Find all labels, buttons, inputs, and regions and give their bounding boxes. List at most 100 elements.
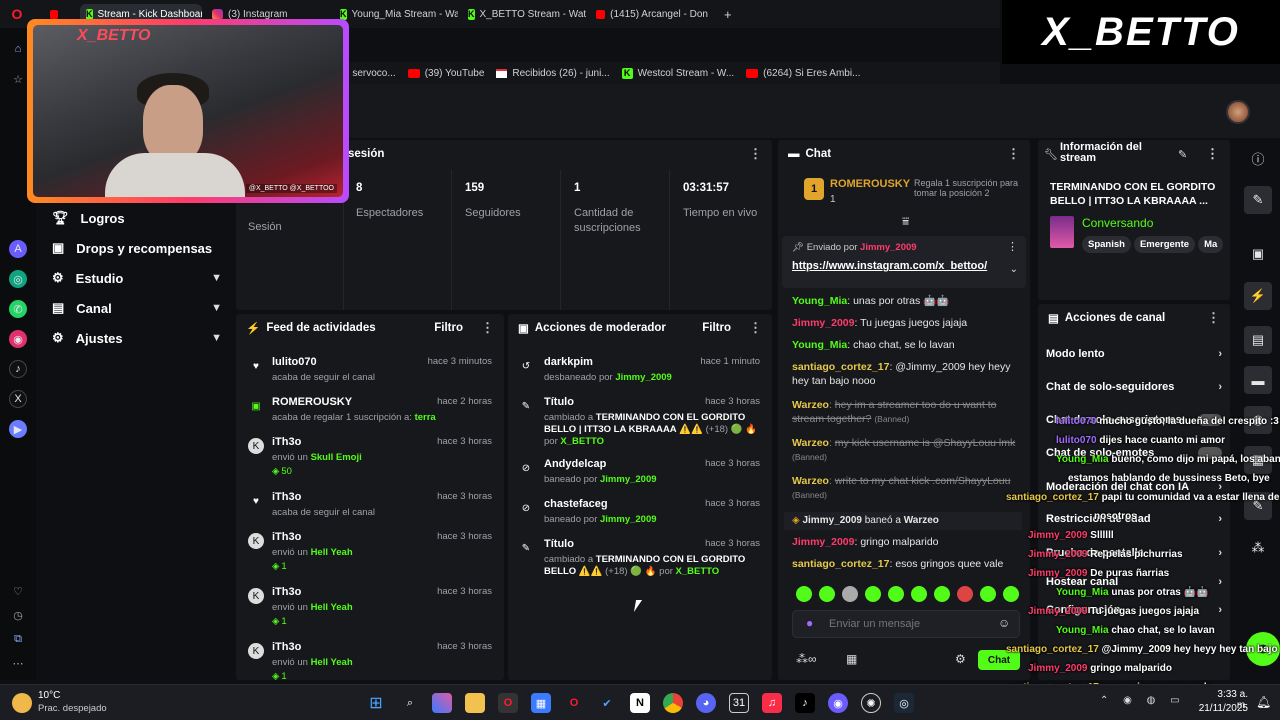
whatsapp-icon[interactable]: ✆ [9,300,27,318]
nav-item-ajustes[interactable]: ⚙ Ajustes ▼ [52,330,222,346]
bolt-icon[interactable]: ⚡ [1244,282,1272,310]
emote-icon[interactable] [911,586,927,602]
chat-user[interactable]: santiago_cortez_17 [792,361,889,373]
chevron-down-icon[interactable]: ⌄ [1010,264,1018,275]
filter-button[interactable]: Filtro [434,322,463,334]
aria-icon[interactable]: A [9,240,27,258]
action-screen-test[interactable]: Prueba de pantalla › [1046,547,1222,559]
kebab-menu-icon[interactable]: ⋮ [1206,146,1219,162]
tiktok-icon[interactable]: ♪ [795,693,815,713]
feed-user[interactable]: lulito070 [272,356,317,368]
ban-target[interactable]: Warzeo [904,515,939,526]
avatar[interactable] [1226,100,1250,124]
chat-user[interactable]: Warzeo [792,475,829,487]
gear-icon[interactable]: ⚙ [955,652,966,666]
kebab-menu-icon[interactable]: ⋮ [1007,146,1020,162]
chat-user[interactable]: Warzeo [792,399,829,411]
category-name[interactable]: Conversando [1082,216,1153,230]
bookmark-item[interactable]: K Westcol Stream - W... [621,67,734,79]
action-host-channel[interactable]: Hostear canal › [1046,576,1222,588]
todo-icon[interactable]: ✔ [597,693,617,713]
player-icon[interactable]: ▶ [9,420,27,438]
bookmark-item[interactable]: Recibidos (26) - juni... [496,68,610,79]
info-icon[interactable]: ⓘ [1244,144,1272,172]
action-ai-moderation[interactable]: Moderación del chat con IA › [1046,481,1222,493]
action-settings[interactable]: Configuración › [1046,604,1222,616]
opera-logo-icon[interactable]: O [8,5,26,23]
obs-icon[interactable]: ◉ [828,693,848,713]
mod-title[interactable]: darkkpim [544,356,593,368]
microphone-icon[interactable]: ● [806,616,813,630]
windows-start-icon[interactable]: ⊞ [366,693,386,713]
pencil-icon[interactable]: ✎ [1244,492,1272,520]
emoji-icon[interactable]: ☺ [998,616,1010,630]
toggle-switch[interactable] [1198,447,1222,459]
action-emotes-only[interactable]: Chat de solo-emotes [1046,447,1222,459]
nav-item-estudio[interactable]: ⚙ Estudio ▼ [52,270,222,286]
emote-icon[interactable] [819,586,835,602]
kebab-menu-icon[interactable]: ⋮ [1207,310,1220,326]
chat-user[interactable]: santiago_cortez_17 [792,558,889,570]
toggle-switch[interactable] [1198,414,1222,426]
leader-name[interactable]: ROMEROUSKY [830,178,910,190]
send-chat-button[interactable]: Chat [978,650,1020,670]
heart-icon[interactable]: ♡ [9,582,27,600]
steam-icon[interactable]: ◎ [894,693,914,713]
bookmark-item[interactable]: e servoco... [344,68,396,79]
feed-user[interactable]: iTh3o [272,641,301,653]
emote-icon[interactable] [865,586,881,602]
weather-icon[interactable] [12,693,32,713]
chat-input[interactable] [792,610,1020,638]
feed-user[interactable]: iTh3o [272,491,301,503]
emote-icon[interactable] [980,586,996,602]
document-icon[interactable]: ▤ [1244,326,1272,354]
weather-temp[interactable]: 10°C [38,690,60,701]
folder-icon[interactable] [465,693,485,713]
feed-user[interactable]: iTh3o [272,586,301,598]
action-subs-only[interactable]: Chat de solo-suscriptores [1046,414,1222,426]
chatgpt-icon[interactable]: ✺ [861,693,881,713]
nav-item-logros[interactable]: 🏆︎ Logros [52,210,222,226]
history-icon[interactable]: ◷ [9,606,27,624]
ban-actor[interactable]: Jimmy_2009 [802,515,862,526]
filter-button[interactable]: Filtro [702,322,731,334]
layout-icon[interactable]: ▦ [1244,446,1272,474]
action-followers-only[interactable]: Chat de solo-seguidores › [1046,381,1222,393]
emote-icon[interactable] [957,586,973,602]
tab-young-mia[interactable]: K Young_Mia Stream - Watc [334,4,458,24]
chrome-icon[interactable] [663,693,683,713]
mod-title[interactable]: chastefaceg [544,498,608,510]
chat-bubble-icon[interactable]: ▬ [1244,366,1272,394]
camera-icon[interactable]: ▣ [1244,240,1272,268]
tab-arcangel[interactable]: (1415) Arcangel - Don [590,4,714,24]
tag-pill[interactable]: Emergente [1133,236,1196,253]
system-tray-icons[interactable]: ⌃ ◉ ◍ ▭ [1100,695,1186,706]
emote-icon[interactable] [1003,586,1019,602]
x-icon[interactable]: X [9,390,27,408]
tag-pill[interactable]: Ma [1198,236,1224,253]
music-icon[interactable]: ♫ [762,693,782,713]
filter-icon[interactable]: ⩸ [902,214,909,229]
chat-user[interactable]: Jimmy_2009 [792,536,854,548]
whatsapp-float-icon[interactable]: ✆ [1246,632,1280,666]
speed-dial-icon[interactable]: ☆ [9,70,27,88]
category-thumbnail[interactable] [1050,216,1074,248]
nav-item-canal[interactable]: ▤ Canal ▼ [52,300,222,316]
edit-icon[interactable]: ✎ [1244,186,1272,214]
emote-icon[interactable] [888,586,904,602]
opera-gx-icon[interactable]: O [564,693,584,713]
kebab-menu-icon[interactable]: ⋮ [749,146,762,162]
emote-icon[interactable] [796,586,812,602]
tab-x-betto[interactable]: K X_BETTO Stream - Watch [462,4,586,24]
kicks-icon[interactable]: ⁂∞ [796,652,817,666]
clock-date[interactable]: 21/11/2025 [1196,703,1248,714]
bookmark-item[interactable]: (6264) Si Eres Ambi... [746,68,860,79]
mod-title[interactable]: Andydelcap [544,458,606,470]
more-icon[interactable]: ⋯ [9,654,27,672]
edit-icon[interactable]: ✎ [1178,148,1187,161]
copilot-icon[interactable] [432,693,452,713]
extensions-icon[interactable]: ⧉ [9,630,27,648]
pinned-link[interactable]: https://www.instagram.com/x_bettoo/ [792,260,987,272]
pinned-user[interactable]: Jimmy_2009 [860,242,917,253]
kebab-menu-icon[interactable]: ⋮ [749,320,762,336]
